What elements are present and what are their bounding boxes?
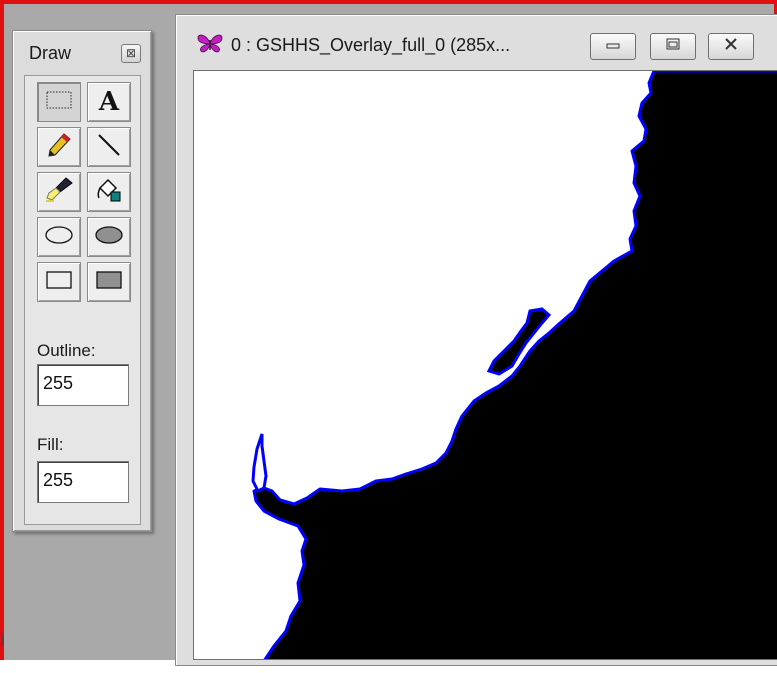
rect-outline-icon (43, 268, 75, 297)
tool-fill[interactable] (87, 172, 131, 212)
close-button[interactable] (708, 33, 754, 60)
minimize-button[interactable] (590, 33, 636, 60)
tool-line[interactable] (87, 127, 131, 167)
maximize-button[interactable] (650, 33, 696, 60)
tool-ellipse-outline[interactable] (37, 217, 81, 257)
ellipse-outline-icon (43, 223, 75, 252)
fill-input[interactable]: 255 (37, 461, 129, 503)
tool-text[interactable]: A (87, 82, 131, 122)
palette-title: Draw (29, 43, 72, 63)
window-title: 0 : GSHHS_Overlay_full_0 (285x... (231, 35, 511, 55)
maximize-icon (664, 37, 682, 56)
outline-label: Outline: (37, 341, 96, 360)
image-canvas[interactable] (193, 70, 777, 660)
brush-icon (44, 176, 74, 209)
palette-close-button[interactable]: ⊠ (121, 44, 141, 63)
tool-ellipse-filled[interactable] (87, 217, 131, 257)
image-window: 0 : GSHHS_Overlay_full_0 (285x... (175, 14, 777, 666)
butterfly-icon (196, 32, 224, 59)
fill-label: Fill: (37, 435, 64, 454)
selection-rect-icon (45, 89, 73, 116)
tool-rect-filled[interactable] (87, 262, 131, 302)
outline-input[interactable]: 255 (37, 364, 129, 406)
rect-filled-icon (93, 268, 125, 297)
pencil-icon (45, 131, 73, 164)
coastline-map (194, 71, 777, 659)
tool-rectangle-select[interactable] (37, 82, 81, 122)
ellipse-filled-icon (93, 223, 125, 252)
tool-rect-outline[interactable] (37, 262, 81, 302)
line-icon (95, 131, 123, 164)
tool-pencil[interactable] (37, 127, 81, 167)
minimize-icon (604, 38, 622, 56)
paint-bucket-icon (94, 176, 124, 209)
tool-brush[interactable] (37, 172, 81, 212)
image-window-titlebar[interactable]: 0 : GSHHS_Overlay_full_0 (285x... (176, 15, 777, 71)
text-icon: A (98, 87, 120, 117)
edge-text: ) (0, 630, 5, 646)
close-icon (722, 37, 740, 56)
draw-palette: Draw ⊠ A Outline: 255 Fill: 255 (12, 30, 152, 532)
tool-panel: A (24, 75, 141, 525)
